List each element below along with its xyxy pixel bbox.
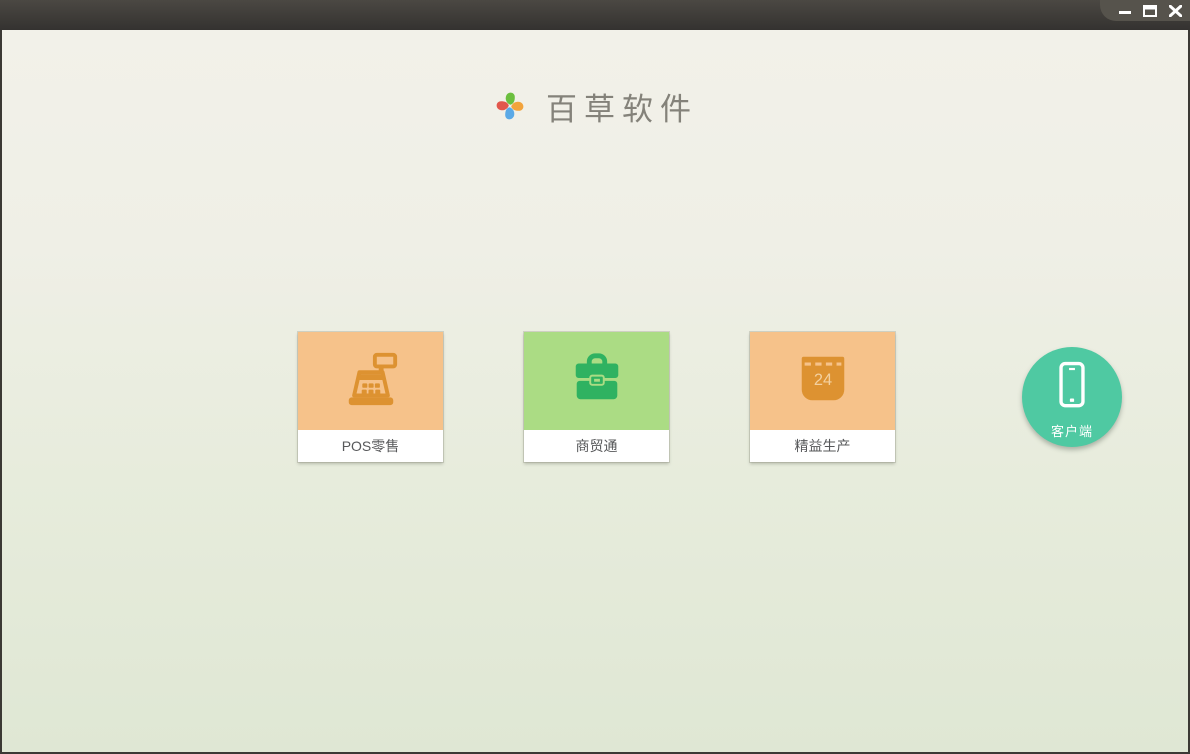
- card-lean-production-icon-area: 24: [750, 332, 895, 430]
- close-icon: [1168, 4, 1182, 17]
- card-lean-production[interactable]: 24 精益生产: [750, 332, 895, 462]
- main-content: 百草软件 POS零售 商贸通 24 精益生产 客户端: [2, 30, 1188, 752]
- app-logo: 百草软件: [2, 84, 1188, 128]
- calendar-icon: 24: [794, 350, 852, 413]
- card-pos-retail-icon-area: [298, 332, 443, 430]
- maximize-icon: [1143, 4, 1157, 17]
- titlebar: [0, 0, 1190, 30]
- smartphone-icon: [1055, 361, 1089, 418]
- cash-register-icon: [342, 350, 400, 413]
- pinwheel-logo-icon: [492, 88, 528, 124]
- close-button[interactable]: [1167, 4, 1183, 18]
- minimize-icon: [1118, 5, 1132, 17]
- client-button[interactable]: 客户端: [1022, 347, 1122, 447]
- calendar-day-label: 24: [813, 370, 831, 388]
- card-lean-production-label: 精益生产: [750, 430, 895, 462]
- card-pos-retail[interactable]: POS零售: [298, 332, 443, 462]
- card-trade[interactable]: 商贸通: [524, 332, 669, 462]
- card-pos-retail-label: POS零售: [298, 430, 443, 462]
- app-title: 百草软件: [546, 91, 698, 127]
- card-trade-icon-area: [524, 332, 669, 430]
- app-window: { "window": { "controls": [ { "name": "m…: [0, 0, 1190, 754]
- briefcase-icon: [568, 350, 626, 413]
- client-button-label: 客户端: [1050, 423, 1093, 439]
- window-controls: [1100, 0, 1190, 21]
- card-trade-label: 商贸通: [524, 430, 669, 462]
- minimize-button[interactable]: [1117, 4, 1133, 18]
- product-cards: POS零售 商贸通 24 精益生产: [298, 332, 895, 462]
- maximize-button[interactable]: [1142, 4, 1158, 18]
